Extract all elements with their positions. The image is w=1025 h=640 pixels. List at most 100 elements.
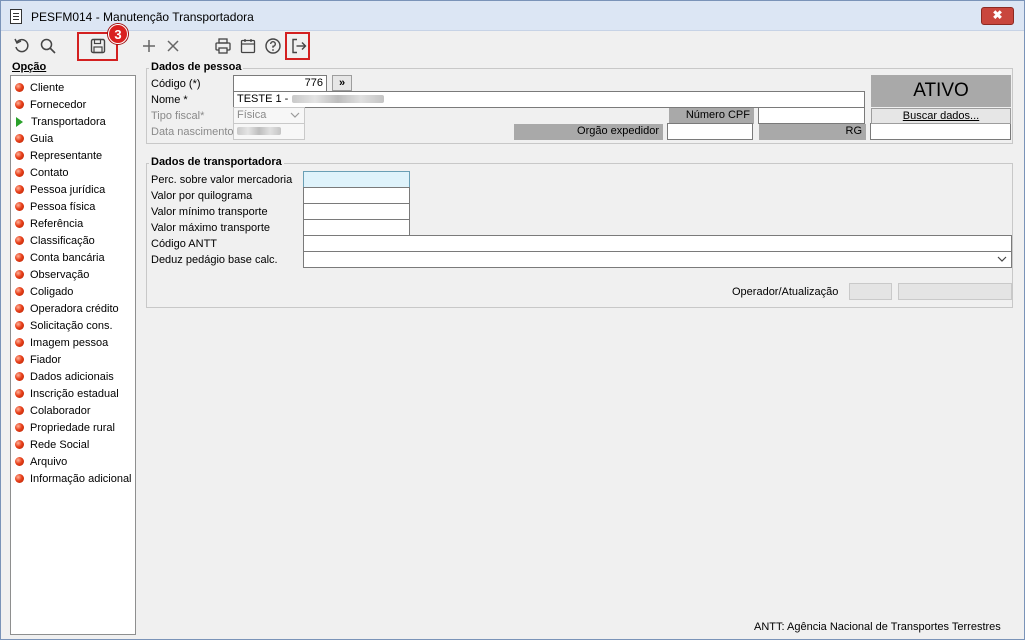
toolbar [1,31,1024,61]
sidebar-item[interactable]: Imagem pessoa [15,334,108,351]
sidebar-item[interactable]: Propriedade rural [15,419,115,436]
option-list[interactable]: Cliente Fornecedor Transportadora Guia Repre… [10,75,136,635]
sidebar-item-label: Guia [30,132,54,145]
sidebar-item[interactable]: Inscrição estadual [15,385,119,402]
codigo-antt-label: Código ANTT [151,238,218,250]
window-title: PESFM014 - Manutenção Transportadora [31,10,254,24]
sidebar-item[interactable]: Pessoa física [15,198,95,215]
print-icon[interactable] [211,34,235,58]
deduz-pedagio-select[interactable] [303,251,1012,268]
sidebar-item[interactable]: Observação [15,266,89,283]
valor-minimo-input[interactable] [303,203,410,220]
sidebar-item[interactable]: Rede Social [15,436,89,453]
sidebar-item[interactable]: Solicitação cons. [15,317,113,334]
redacted-date [237,127,281,136]
data-nascimento-label: Data nascimento [151,126,234,138]
bullet-icon [15,355,24,364]
main-window: PESFM014 - Manutenção Transportadora ✖ 3… [0,0,1025,640]
bullet-icon [15,236,24,245]
perc-mercadoria-input[interactable] [303,171,410,188]
sidebar-item-label: Arquivo [30,455,68,468]
sidebar-item-label: Operadora crédito [30,302,119,315]
sidebar-item-label: Informação adicional [30,472,132,485]
cpf-input[interactable] [758,107,865,124]
redacted-name [292,95,385,104]
sidebar-item[interactable]: Representante [15,147,102,164]
bullet-icon [15,474,24,483]
nome-input[interactable]: TESTE 1 - [233,91,865,108]
sidebar-item[interactable]: Conta bancária [15,249,105,266]
delete-icon[interactable] [161,34,185,58]
tipo-fiscal-value: Física [237,109,267,121]
sidebar-item[interactable]: Coligado [15,283,73,300]
bullet-icon [15,185,24,194]
transportadora-legend: Dados de transportadora [149,156,284,168]
deduz-pedagio-label: Deduz pedágio base calc. [151,254,278,266]
sidebar-item-label: Fiador [30,353,62,366]
bullet-icon [15,202,24,211]
bullet-icon [15,423,24,432]
codigo-input[interactable]: 776 [233,75,327,92]
valor-minimo-label: Valor mínimo transporte [151,206,268,218]
bullet-icon [15,270,24,279]
sidebar-item[interactable]: Arquivo [15,453,67,470]
bullet-icon [15,338,24,347]
codigo-label: Código (*) [151,78,201,90]
sidebar-item-label: Fornecedor [30,98,87,111]
close-button[interactable]: ✖ [981,7,1014,25]
sidebar-item[interactable]: Classificação [15,232,95,249]
operador-field [849,283,892,300]
sidebar-item[interactable]: Transportadora [15,113,106,130]
data-nascimento-input[interactable] [233,123,305,140]
rg-input[interactable] [870,123,1011,140]
footer-note: ANTT: Agência Nacional de Transportes Te… [754,621,1001,633]
lookup-button[interactable]: » [332,75,352,91]
sidebar-item-label: Colaborador [30,404,91,417]
valor-kg-input[interactable] [303,187,410,204]
sidebar-item[interactable]: Pessoa jurídica [15,181,105,198]
bullet-icon [15,406,24,415]
sidebar-item-label: Classificação [30,234,95,247]
tipo-fiscal-label: Tipo fiscal* [151,110,205,122]
undo-icon[interactable] [10,34,34,58]
cpf-label: Número CPF [669,108,754,124]
orgao-expedidor-input[interactable] [667,123,753,140]
sidebar-header: Opção [12,61,47,73]
sidebar-item[interactable]: Fornecedor [15,96,86,113]
sidebar-item[interactable]: Colaborador [15,402,91,419]
status-badge: ATIVO [871,75,1011,107]
bullet-icon [15,321,24,330]
sidebar-item-label: Imagem pessoa [30,336,109,349]
bullet-icon [15,389,24,398]
orgao-expedidor-label: Orgão expedidor [514,124,663,140]
bullet-icon [15,100,24,109]
bullet-icon [15,457,24,466]
chevron-down-icon [290,112,300,118]
sidebar-item-label: Conta bancária [30,251,105,264]
sidebar-item[interactable]: Referência [15,215,83,232]
bullet-icon [15,372,24,381]
sidebar-item-label: Referência [30,217,84,230]
sidebar-item[interactable]: Guia [15,130,53,147]
pessoa-legend: Dados de pessoa [149,61,244,73]
sidebar-item-label: Propriedade rural [30,421,115,434]
sidebar-item[interactable]: Operadora crédito [15,300,119,317]
sidebar-item[interactable]: Informação adicional [15,470,132,487]
tipo-fiscal-select[interactable]: Física [233,107,305,124]
nome-value: TESTE 1 - [237,93,289,105]
search-icon[interactable] [36,34,60,58]
codigo-antt-input[interactable] [303,235,1012,252]
calendar-icon[interactable] [236,34,260,58]
sidebar-item[interactable]: Fiador [15,351,61,368]
sidebar-item-label: Pessoa física [30,200,96,213]
add-icon[interactable] [137,34,161,58]
document-icon [10,9,22,24]
help-icon[interactable] [261,34,285,58]
sidebar-item[interactable]: Cliente [15,79,64,96]
sidebar-item[interactable]: Dados adicionais [15,368,114,385]
valor-kg-label: Valor por quilograma [151,190,253,202]
sidebar-item[interactable]: Contato [15,164,69,181]
sidebar-item-label: Dados adicionais [30,370,114,383]
valor-maximo-input[interactable] [303,219,410,236]
buscar-dados-button[interactable]: Buscar dados... [871,108,1011,124]
